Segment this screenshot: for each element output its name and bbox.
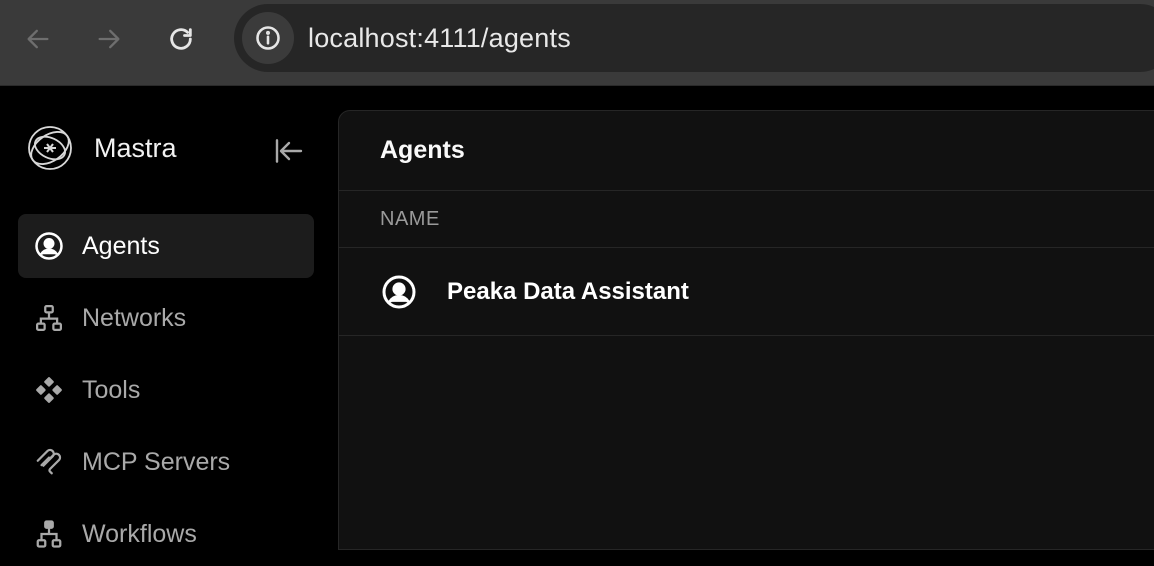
brand[interactable]: Mastra (26, 124, 177, 172)
sidebar-item-workflows[interactable]: Workflows (18, 502, 314, 566)
site-info-button[interactable] (242, 12, 294, 64)
main-panel: Agents NAME Peaka Data Assistant (338, 110, 1154, 550)
table-header: NAME (339, 191, 1154, 248)
app: Mastra Agents Networks Tools MCP Servers… (0, 86, 1154, 550)
sidebar-item-networks[interactable]: Networks (18, 286, 314, 350)
info-icon (256, 26, 280, 50)
sidebar-item-agents[interactable]: Agents (18, 214, 314, 278)
brand-name: Mastra (94, 132, 177, 163)
reload-button[interactable] (160, 18, 202, 60)
url-text[interactable]: localhost:4111/agents (308, 23, 571, 54)
back-button[interactable] (17, 18, 59, 60)
tools-icon (34, 375, 64, 405)
column-header-name: NAME (380, 207, 440, 230)
agent-user-icon (34, 231, 64, 261)
sidebar-item-label: Workflows (82, 519, 197, 548)
page-title: Agents (380, 136, 465, 164)
network-icon (34, 303, 64, 333)
page-header: Agents (339, 111, 1154, 191)
sidebar-item-label: Networks (82, 303, 187, 332)
mcp-icon (34, 447, 64, 477)
collapse-sidebar-button[interactable] (272, 134, 306, 168)
address-bar[interactable]: localhost:4111/agents (234, 4, 1154, 72)
sidebar-item-label: Agents (82, 231, 160, 260)
agent-user-icon (381, 274, 417, 310)
table-row[interactable]: Peaka Data Assistant (339, 248, 1154, 336)
sidebar-item-label: MCP Servers (82, 447, 231, 476)
collapse-sidebar-icon (275, 139, 303, 163)
browser-toolbar: localhost:4111/agents (0, 0, 1154, 86)
forward-button[interactable] (88, 18, 130, 60)
agent-name[interactable]: Peaka Data Assistant (447, 278, 689, 306)
workflow-icon (34, 519, 64, 549)
sidebar-item-label: Tools (82, 375, 141, 404)
sidebar-item-mcp-servers[interactable]: MCP Servers (18, 430, 314, 494)
mastra-logo-icon (28, 126, 72, 170)
sidebar: Mastra Agents Networks Tools MCP Servers… (0, 86, 338, 548)
reload-icon (170, 28, 192, 50)
arrow-left-icon (27, 29, 49, 49)
sidebar-item-tools[interactable]: Tools (18, 358, 314, 422)
arrow-right-icon (98, 29, 120, 49)
